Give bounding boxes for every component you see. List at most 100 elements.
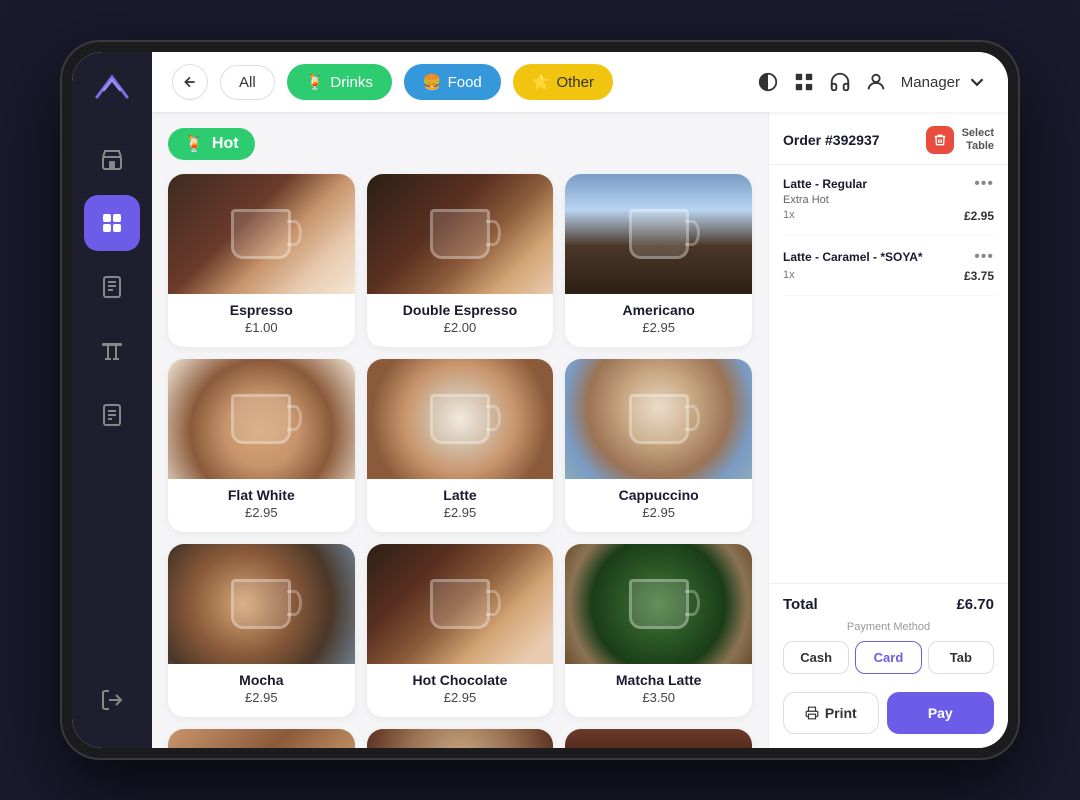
tablet-screen: All 🍹 Drinks 🍔 Food ⭐ Other — [72, 52, 1008, 748]
grid-icon[interactable] — [793, 71, 815, 93]
payment-card-button[interactable]: Card — [855, 641, 921, 674]
tablet-frame: All 🍹 Drinks 🍔 Food ⭐ Other — [60, 40, 1020, 760]
sidebar-item-store[interactable] — [84, 131, 140, 187]
product-card-mocha[interactable]: Mocha £2.95 — [168, 544, 355, 717]
app-logo — [92, 72, 132, 107]
product-name: Flat White — [180, 487, 343, 503]
order-item-options-button[interactable]: ••• — [974, 175, 994, 193]
order-item-modifier: Extra Hot — [783, 194, 994, 206]
product-card-matcha-latte[interactable]: Matcha Latte £3.50 — [565, 544, 752, 717]
main-content: All 🍹 Drinks 🍔 Food ⭐ Other — [152, 52, 1008, 748]
products-area: 🍹 Hot Espresso — [152, 112, 768, 748]
order-header: Order #392937 SelectTable — [769, 112, 1008, 165]
order-item-options-button[interactable]: ••• — [974, 248, 994, 266]
order-item: Latte - Caramel - *SOYA* ••• 1x £3.75 — [783, 248, 994, 296]
product-card-latte[interactable]: Latte £2.95 — [367, 359, 554, 532]
category-drinks-button[interactable]: 🍹 Drinks — [287, 64, 392, 100]
sidebar — [72, 52, 152, 748]
headset-icon[interactable] — [829, 71, 851, 93]
order-item-price: £2.95 — [964, 209, 994, 223]
section-hot-label: 🍹 Hot — [168, 128, 255, 160]
product-name: Latte — [379, 487, 542, 503]
sidebar-item-tables[interactable] — [84, 323, 140, 379]
product-name: Hot Chocolate — [379, 672, 542, 688]
contrast-icon[interactable] — [757, 71, 779, 93]
food-icon: 🍔 — [423, 73, 442, 91]
print-icon — [805, 706, 819, 720]
product-price: £2.95 — [379, 505, 542, 520]
product-card-hot-chocolate[interactable]: Hot Chocolate £2.95 — [367, 544, 554, 717]
product-card-cappuccino[interactable]: Cappuccino £2.95 — [565, 359, 752, 532]
sidebar-item-reports[interactable] — [84, 387, 140, 443]
product-name: Americano — [577, 302, 740, 318]
order-header-right: SelectTable — [926, 126, 994, 154]
americano-image — [565, 174, 752, 294]
product-card-double-espresso[interactable]: Double Espresso £2.00 — [367, 174, 554, 347]
body-area: 🍹 Hot Espresso — [152, 112, 1008, 748]
header: All 🍹 Drinks 🍔 Food ⭐ Other — [152, 52, 1008, 112]
order-actions: Print Pay — [769, 692, 1008, 748]
product-card-espresso[interactable]: Espresso £1.00 — [168, 174, 355, 347]
product-name: Double Espresso — [379, 302, 542, 318]
product-price: £1.00 — [180, 320, 343, 335]
select-table-button[interactable]: SelectTable — [962, 127, 994, 153]
order-panel: Order #392937 SelectTable — [768, 112, 1008, 748]
payment-methods: Cash Card Tab — [783, 641, 994, 674]
product-card-americano[interactable]: Americano £2.95 — [565, 174, 752, 347]
hot-chocolate-image — [367, 544, 554, 664]
category-other-button[interactable]: ⭐ Other — [513, 64, 613, 100]
espresso-image — [168, 174, 355, 294]
order-item-name: Latte - Regular — [783, 177, 867, 191]
double-espresso-image — [367, 174, 554, 294]
payment-method-label: Payment Method — [783, 621, 994, 633]
order-item: Latte - Regular ••• Extra Hot 1x £2.95 — [783, 175, 994, 236]
category-all-button[interactable]: All — [220, 65, 275, 100]
product-price: £2.95 — [577, 320, 740, 335]
product-name: Mocha — [180, 672, 343, 688]
sidebar-item-menu[interactable] — [84, 195, 140, 251]
cappuccino-image — [565, 359, 752, 479]
payment-tab-button[interactable]: Tab — [928, 641, 994, 674]
order-number: Order #392937 — [783, 132, 880, 148]
order-items: Latte - Regular ••• Extra Hot 1x £2.95 — [769, 165, 1008, 583]
order-total: Total £6.70 Payment Method Cash Card Tab — [769, 583, 1008, 692]
total-label: Total — [783, 596, 818, 613]
latte-image — [367, 359, 554, 479]
product-price: £2.95 — [379, 690, 542, 705]
sidebar-item-orders[interactable] — [84, 259, 140, 315]
product-card-flat-white[interactable]: Flat White £2.95 — [168, 359, 355, 532]
flat-white-image — [168, 359, 355, 479]
payment-cash-button[interactable]: Cash — [783, 641, 849, 674]
product-name: Cappuccino — [577, 487, 740, 503]
bottom2-image — [367, 729, 554, 748]
other-icon: ⭐ — [532, 73, 551, 91]
back-button[interactable] — [172, 64, 208, 100]
mocha-image — [168, 544, 355, 664]
order-item-qty: 1x — [783, 209, 795, 223]
category-food-button[interactable]: 🍔 Food — [404, 64, 501, 100]
manager-menu-button[interactable]: Manager — [901, 71, 988, 93]
sidebar-item-logout[interactable] — [84, 672, 140, 728]
product-card-bottom2[interactable] — [367, 729, 554, 748]
order-item-qty: 1x — [783, 269, 795, 283]
pay-button[interactable]: Pay — [887, 692, 994, 734]
order-item-price: £3.75 — [964, 269, 994, 283]
products-grid: Espresso £1.00 Double Espress — [168, 174, 752, 748]
bottom3-image — [565, 729, 752, 748]
delete-order-button[interactable] — [926, 126, 954, 154]
print-button[interactable]: Print — [783, 692, 879, 734]
bottom1-image — [168, 729, 355, 748]
drinks-icon: 🍹 — [306, 73, 325, 91]
product-name: Espresso — [180, 302, 343, 318]
header-icons: Manager — [757, 71, 988, 93]
product-price: £2.95 — [577, 505, 740, 520]
matcha-latte-image — [565, 544, 752, 664]
product-name: Matcha Latte — [577, 672, 740, 688]
product-price: £2.95 — [180, 505, 343, 520]
total-amount: £6.70 — [956, 596, 994, 613]
product-card-bottom1[interactable] — [168, 729, 355, 748]
hot-drinks-icon: 🍹 — [184, 134, 204, 154]
product-price: £3.50 — [577, 690, 740, 705]
product-card-bottom3[interactable] — [565, 729, 752, 748]
product-price: £2.95 — [180, 690, 343, 705]
